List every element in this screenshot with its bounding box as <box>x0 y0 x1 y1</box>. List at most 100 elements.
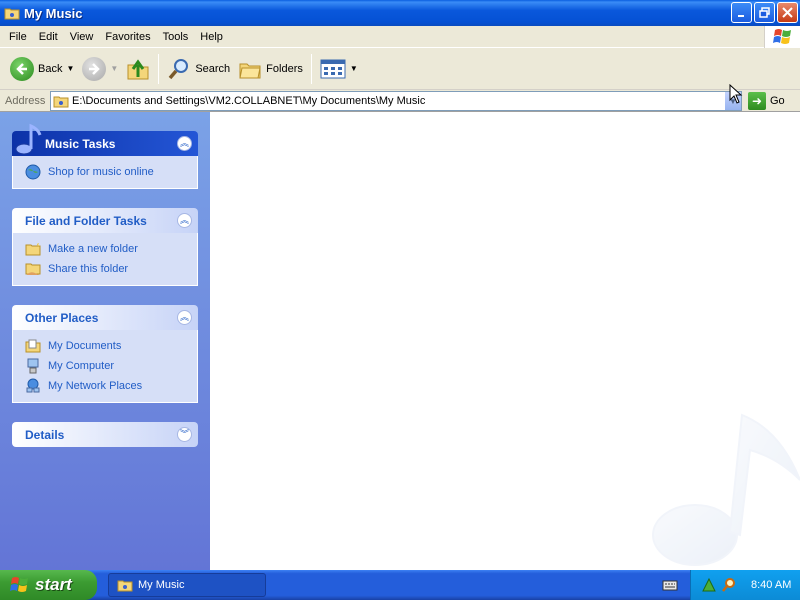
go-button[interactable]: ➜ Go <box>748 92 785 110</box>
menu-view[interactable]: View <box>64 31 100 43</box>
task-shop-music[interactable]: Shop for music online <box>25 162 197 182</box>
file-folder-tasks-body: Make a new folder Share this folder <box>12 233 198 286</box>
mouse-cursor-icon <box>729 84 743 104</box>
details-title: Details <box>25 427 65 442</box>
restore-button[interactable] <box>754 2 775 23</box>
place-my-computer[interactable]: My Computer <box>25 356 197 376</box>
collapse-icon[interactable]: ︽ <box>177 310 192 325</box>
place-my-network-places[interactable]: My Network Places <box>25 376 197 396</box>
clock[interactable]: 8:40 AM <box>751 579 791 591</box>
folder-content-area[interactable] <box>210 112 800 570</box>
search-button[interactable]: Search <box>163 52 234 86</box>
file-folder-tasks-title: File and Folder Tasks <box>25 213 147 228</box>
folder-music-icon <box>53 96 69 108</box>
details-panel: Details ︾ <box>12 422 198 447</box>
start-button[interactable]: start <box>0 570 97 600</box>
taskbar: start My Music 8:40 AM <box>0 570 800 600</box>
address-path: E:\Documents and Settings\VM2.COLLABNET\… <box>72 95 426 107</box>
windows-logo-icon <box>764 26 800 48</box>
restore-icon <box>759 7 770 18</box>
collapse-icon[interactable]: ︽ <box>177 213 192 228</box>
music-tasks-title: Music Tasks <box>45 136 116 151</box>
views-button[interactable]: ▼ <box>316 52 362 86</box>
details-header[interactable]: Details ︾ <box>12 422 198 447</box>
task-pane: Music Tasks ︽ Shop for music online File… <box>0 112 210 570</box>
go-label: Go <box>770 95 785 107</box>
music-note-icon <box>15 123 42 155</box>
music-note-watermark-icon <box>652 413 800 566</box>
place-label: My Computer <box>48 360 115 372</box>
globe-icon <box>25 164 41 180</box>
start-label: start <box>35 575 72 594</box>
folder-music-icon <box>4 8 20 20</box>
music-tasks-body: Shop for music online <box>12 156 198 189</box>
menu-file[interactable]: File <box>3 31 33 43</box>
other-places-panel: Other Places ︽ My Documents My Computer <box>12 305 198 403</box>
minimize-icon <box>737 14 744 17</box>
toolbar-separator <box>310 53 312 84</box>
address-input[interactable]: E:\Documents and Settings\VM2.COLLABNET\… <box>50 91 742 111</box>
close-icon <box>782 7 793 18</box>
collapse-icon[interactable]: ︽ <box>177 136 192 151</box>
folders-button[interactable]: Folders <box>234 52 307 86</box>
file-folder-tasks-panel: File and Folder Tasks ︽ Make a new folde… <box>12 208 198 286</box>
place-label: My Network Places <box>48 380 143 392</box>
back-button[interactable]: Back ▼ <box>6 52 78 86</box>
menu-help[interactable]: Help <box>194 31 229 43</box>
views-dropdown-icon: ▼ <box>349 64 358 73</box>
file-folder-tasks-header[interactable]: File and Folder Tasks ︽ <box>12 208 198 233</box>
back-label: Back <box>38 62 63 75</box>
window-title: My Music <box>24 5 83 21</box>
forward-button[interactable]: ▼ <box>78 52 122 86</box>
toolbar-separator <box>158 53 160 84</box>
other-places-header[interactable]: Other Places ︽ <box>12 305 198 330</box>
task-label: Share this folder <box>48 263 129 275</box>
go-arrow-icon: ➜ <box>748 92 766 110</box>
minimize-button[interactable] <box>731 2 752 23</box>
windows-logo-icon <box>10 577 28 592</box>
up-folder-icon <box>127 58 149 79</box>
search-tray-icon[interactable] <box>721 577 737 593</box>
computer-icon <box>27 358 39 374</box>
keyboard-icon[interactable] <box>662 578 678 592</box>
task-share-folder[interactable]: Share this folder <box>25 259 197 279</box>
network-tray-icon[interactable] <box>701 577 717 593</box>
folder-music-icon <box>117 580 133 592</box>
menu-bar: File Edit View Favorites Tools Help <box>0 26 800 48</box>
music-tasks-panel: Music Tasks ︽ Shop for music online <box>12 123 198 189</box>
task-label: Make a new folder <box>48 243 138 255</box>
title-bar[interactable]: My Music <box>0 0 800 26</box>
close-button[interactable] <box>777 2 798 23</box>
search-icon <box>168 58 189 79</box>
new-folder-icon <box>25 242 41 256</box>
share-folder-icon <box>25 263 41 275</box>
address-label: Address <box>5 94 46 107</box>
task-label: Shop for music online <box>48 166 154 178</box>
place-label: My Documents <box>48 340 122 352</box>
folders-icon <box>239 63 261 78</box>
taskbar-window-button[interactable]: My Music <box>108 573 266 597</box>
documents-folder-icon <box>25 339 41 353</box>
back-dropdown-icon[interactable]: ▼ <box>66 64 74 73</box>
back-arrow-icon <box>10 56 34 81</box>
menu-edit[interactable]: Edit <box>33 31 64 43</box>
menu-tools[interactable]: Tools <box>157 31 195 43</box>
search-label: Search <box>195 62 231 75</box>
music-tasks-header[interactable]: Music Tasks ︽ <box>12 123 198 156</box>
expand-icon[interactable]: ︾ <box>177 427 192 442</box>
forward-arrow-icon <box>82 56 107 81</box>
folders-label: Folders <box>266 62 303 75</box>
toolbar: Back ▼ ▼ Search Folders ▼ <box>0 48 800 90</box>
task-make-new-folder[interactable]: Make a new folder <box>25 239 197 259</box>
network-places-icon <box>26 378 40 393</box>
address-bar: Address E:\Documents and Settings\VM2.CO… <box>0 90 800 112</box>
forward-dropdown-icon[interactable]: ▼ <box>110 64 118 73</box>
menu-favorites[interactable]: Favorites <box>99 31 156 43</box>
system-tray: 8:40 AM <box>690 570 800 600</box>
views-icon <box>320 59 346 78</box>
place-my-documents[interactable]: My Documents <box>25 336 197 356</box>
other-places-body: My Documents My Computer My Network Plac… <box>12 330 198 403</box>
other-places-title: Other Places <box>25 310 99 325</box>
taskbar-window-label: My Music <box>138 579 185 591</box>
up-folder-button[interactable] <box>122 52 154 86</box>
